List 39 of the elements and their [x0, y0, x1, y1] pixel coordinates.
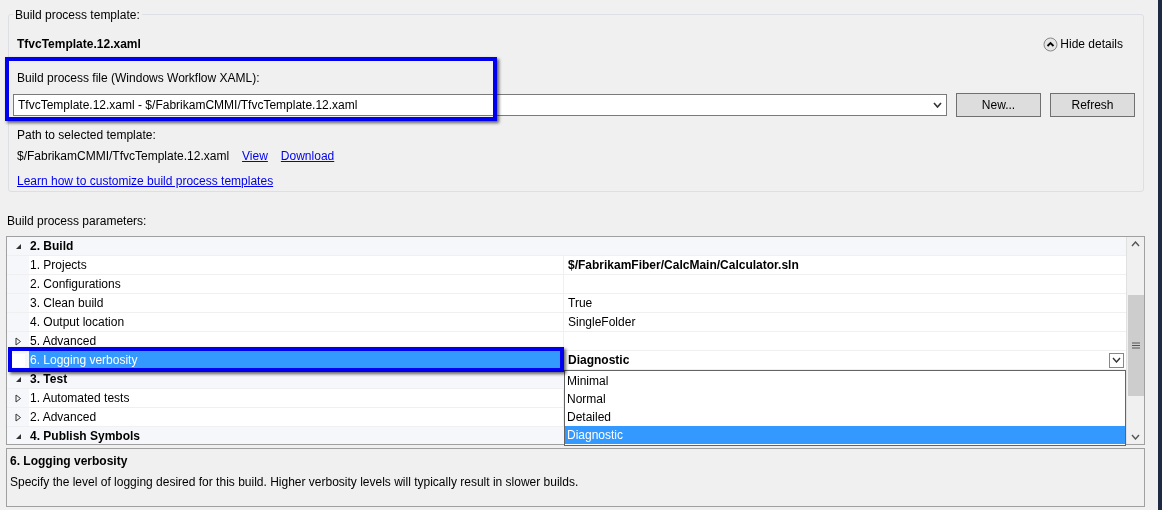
parameter-name[interactable]: 4. Output location	[29, 313, 564, 331]
chevron-down-icon	[933, 102, 942, 108]
parameter-name[interactable]: 1. Automated tests	[29, 389, 564, 407]
description-text: Specify the level of logging desired for this build. Higher verbosity levels will typically result in slower builds.	[10, 474, 580, 491]
dropdown-button[interactable]	[1109, 352, 1124, 368]
parameter-value: SingleFolder	[568, 314, 636, 331]
parameter-value: Diagnostic	[568, 352, 630, 369]
parameter-name[interactable]: 3. Clean build	[29, 294, 564, 312]
field-label: Build process file (Windows Workflow XAML):	[17, 70, 261, 87]
template-path: $/FabrikamCMMI/TfvcTemplate.12.xaml	[17, 148, 230, 165]
parameter-name[interactable]: 1. Projects	[29, 256, 564, 274]
scrollbar[interactable]	[1126, 237, 1144, 444]
action-button[interactable]: New...	[956, 93, 1041, 117]
chevron-down-icon	[1112, 357, 1121, 363]
dropdown-option[interactable]: Minimal	[565, 372, 1125, 390]
path-label: Path to selected template:	[17, 127, 157, 144]
template-dropdown[interactable]: TfvcTemplate.12.xaml - $/FabrikamCMMI/TfvcTemplate.12.xaml	[13, 94, 947, 116]
scroll-up-icon	[1131, 241, 1140, 247]
link[interactable]: Download	[280, 147, 335, 165]
collapsed-arrow-icon[interactable]	[14, 412, 22, 422]
description-title: 6. Logging verbosity	[10, 453, 129, 470]
collapsed-arrow-icon[interactable]	[14, 336, 22, 346]
hide-details-button[interactable]: Hide details	[1043, 35, 1123, 53]
section-title: Build process parameters:	[7, 213, 148, 230]
dropdown-option[interactable]: Detailed	[565, 408, 1125, 426]
grip-icon	[1131, 342, 1140, 349]
help-link[interactable]: Learn how to customize build process templates	[17, 172, 274, 190]
parameter-value: $/FabrikamFiber/CalcMain/Calculator.sln	[568, 257, 799, 274]
parameter-name[interactable]: 2. Configurations	[29, 275, 564, 293]
template-name: TfvcTemplate.12.xaml	[17, 36, 141, 53]
scroll-down-icon	[1131, 434, 1140, 440]
parameter-value: True	[568, 295, 593, 312]
action-button[interactable]: Refresh	[1050, 93, 1135, 117]
chevron-up-icon	[1043, 36, 1059, 52]
dropdown-option[interactable]: Normal	[565, 390, 1125, 408]
link[interactable]: View	[242, 147, 268, 165]
scroll-thumb[interactable]	[1127, 295, 1144, 396]
parameter-name[interactable]: 2. Advanced	[29, 408, 564, 426]
collapsed-arrow-icon[interactable]	[14, 393, 22, 403]
